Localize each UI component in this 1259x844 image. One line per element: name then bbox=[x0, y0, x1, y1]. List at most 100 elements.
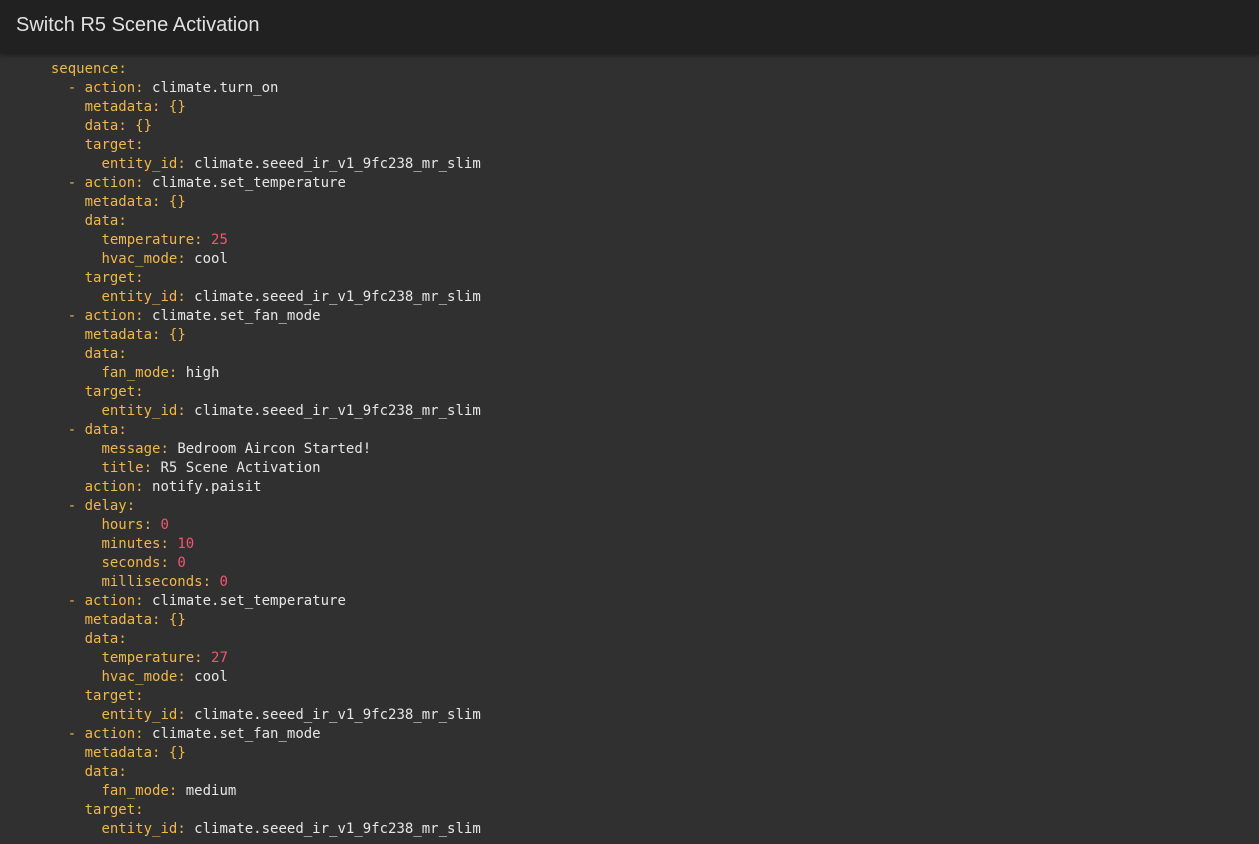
code-value: R5 Scene Activation bbox=[160, 460, 321, 476]
code-key: sequence bbox=[50, 61, 119, 77]
code-key: action bbox=[84, 175, 136, 191]
code-line: metadata: {} bbox=[84, 745, 186, 761]
code-line: minutes: 10 bbox=[101, 536, 195, 552]
code-value: climate.set_fan_mode bbox=[152, 308, 321, 324]
code-line: target: bbox=[84, 137, 153, 153]
code-line: - action: climate.turn_on bbox=[67, 80, 279, 96]
code-key: action bbox=[84, 593, 136, 609]
list-dash: - bbox=[67, 80, 85, 96]
code-value: Bedroom Aircon Started! bbox=[177, 441, 372, 457]
code-value: {} bbox=[168, 99, 186, 115]
code-value: climate.seeed_ir_v1_9fc238_mr_slim bbox=[194, 403, 481, 419]
code-value: notify.paisit bbox=[152, 479, 262, 495]
code-line: temperature: 25 bbox=[101, 232, 228, 248]
code-key: temperature bbox=[101, 650, 195, 666]
code-value: 0 bbox=[160, 517, 169, 533]
code-key: data bbox=[84, 631, 119, 647]
code-key: metadata bbox=[84, 745, 153, 761]
code-value: {} bbox=[168, 612, 186, 628]
yaml-code-editor[interactable]: automationssequence: - action: climate.t… bbox=[0, 0, 1259, 844]
code-key: action bbox=[84, 726, 136, 742]
code-value: {} bbox=[135, 118, 153, 134]
code-key: metadata bbox=[84, 99, 153, 115]
code-line: - action: climate.set_temperature bbox=[67, 175, 346, 191]
code-line: fan_mode: high bbox=[101, 365, 220, 381]
code-key: data bbox=[84, 213, 119, 229]
code-value: climate.turn_on bbox=[152, 80, 279, 96]
code-line: title: R5 Scene Activation bbox=[101, 460, 321, 476]
code-key: target bbox=[84, 270, 136, 286]
list-dash: - bbox=[67, 175, 85, 191]
code-line: - bbox=[68, 839, 85, 844]
code-key: message bbox=[101, 441, 161, 457]
code-key: entity_id bbox=[101, 821, 178, 837]
code-line: metadata: {} bbox=[84, 99, 186, 115]
code-line: target: bbox=[84, 802, 153, 818]
code-key: minutes bbox=[101, 536, 161, 552]
code-value: cool bbox=[194, 251, 228, 267]
code-key: temperature bbox=[101, 232, 195, 248]
code-line: - data: bbox=[67, 422, 136, 438]
code-value: {} bbox=[168, 745, 186, 761]
code-line: entity_id: climate.seeed_ir_v1_9fc238_mr… bbox=[101, 403, 481, 419]
code-value: climate.set_temperature bbox=[152, 593, 346, 609]
code-key: metadata bbox=[84, 194, 153, 210]
code-key: entity_id bbox=[101, 403, 178, 419]
code-value: 25 bbox=[211, 232, 228, 248]
code-key: fan_mode bbox=[101, 365, 169, 381]
list-dash: - bbox=[67, 498, 85, 514]
code-value: 0 bbox=[177, 555, 186, 571]
code-value: 0 bbox=[219, 574, 228, 590]
code-key: hvac_mode bbox=[101, 251, 178, 267]
list-dash: - bbox=[67, 593, 85, 609]
code-key: target bbox=[84, 688, 136, 704]
code-key: entity_id bbox=[101, 156, 178, 172]
code-line: entity_id: climate.seeed_ir_v1_9fc238_mr… bbox=[101, 289, 481, 305]
code-line: hvac_mode: cool bbox=[101, 669, 228, 685]
code-line: - action: climate.set_fan_mode bbox=[67, 308, 321, 324]
code-key: seconds bbox=[101, 555, 161, 571]
code-key: data bbox=[84, 764, 119, 780]
code-key: fan_mode bbox=[101, 783, 169, 799]
top-app-bar: Switch R5 Scene Activation bbox=[0, 0, 1259, 54]
code-value: {} bbox=[168, 194, 186, 210]
code-line: entity_id: climate.seeed_ir_v1_9fc238_mr… bbox=[101, 707, 481, 723]
code-value: 27 bbox=[211, 650, 228, 666]
list-dash: - bbox=[67, 726, 85, 742]
code-key: action bbox=[84, 80, 136, 96]
code-key: target bbox=[84, 137, 136, 153]
code-value: climate.set_temperature bbox=[152, 175, 346, 191]
code-line: fan_mode: medium bbox=[101, 783, 237, 799]
code-key: action bbox=[84, 308, 136, 324]
code-key: entity_id bbox=[101, 289, 178, 305]
code-value: climate.set_fan_mode bbox=[152, 726, 321, 742]
code-line: data: bbox=[84, 346, 136, 362]
code-value: 10 bbox=[177, 536, 195, 552]
code-key: hours bbox=[101, 517, 144, 533]
code-line: data: bbox=[84, 213, 136, 229]
list-dash: - bbox=[68, 840, 85, 844]
code-line: target: bbox=[84, 384, 153, 400]
code-line: metadata: {} bbox=[84, 612, 186, 628]
code-value: medium bbox=[185, 783, 237, 799]
code-line: data: bbox=[84, 631, 136, 647]
code-line: target: bbox=[84, 270, 153, 286]
code-value: climate.seeed_ir_v1_9fc238_mr_slim bbox=[194, 821, 481, 837]
code-line: metadata: {} bbox=[84, 194, 186, 210]
code-line: - action: climate.set_fan_mode bbox=[67, 726, 321, 742]
code-value: climate.seeed_ir_v1_9fc238_mr_slim bbox=[194, 156, 481, 172]
code-key: metadata bbox=[84, 612, 153, 628]
code-line: - delay: bbox=[67, 498, 144, 514]
code-key: metadata bbox=[84, 327, 153, 343]
code-line: action: notify.paisit bbox=[84, 479, 262, 495]
code-line: sequence: bbox=[50, 61, 136, 77]
code-line: temperature: 27 bbox=[101, 650, 228, 666]
code-key: title bbox=[101, 460, 144, 476]
code-value: {} bbox=[168, 327, 186, 343]
code-line: metadata: {} bbox=[84, 327, 186, 343]
code-line: seconds: 0 bbox=[101, 555, 186, 571]
list-dash: - bbox=[67, 308, 85, 324]
code-key: data bbox=[84, 346, 119, 362]
code-key: delay bbox=[84, 498, 127, 514]
code-line: entity_id: climate.seeed_ir_v1_9fc238_mr… bbox=[101, 156, 481, 172]
